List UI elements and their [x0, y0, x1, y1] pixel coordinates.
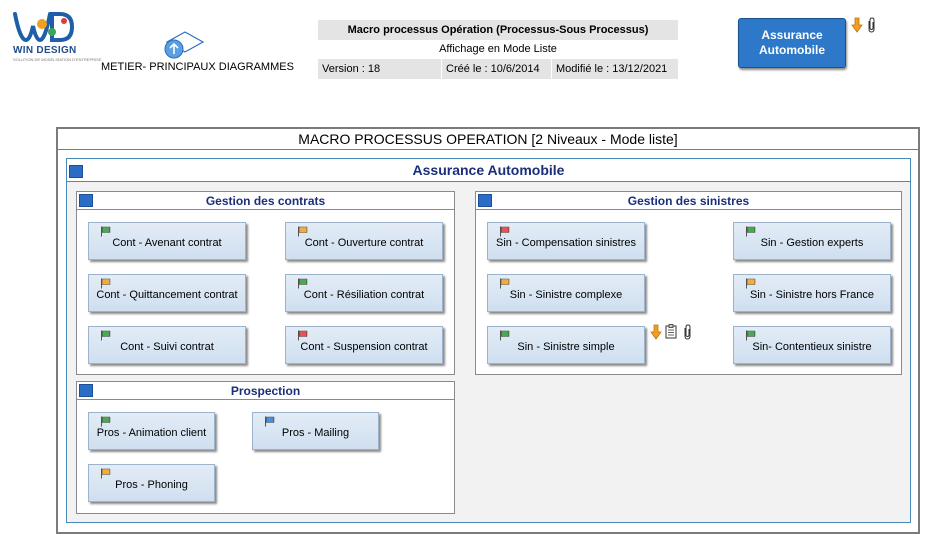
- process-label: Sin - Gestion experts: [760, 237, 864, 249]
- status-flag-icon: [298, 278, 308, 289]
- process-pros-phoning[interactable]: Pros - Phoning: [88, 464, 215, 502]
- attachment-icon[interactable]: [866, 17, 876, 33]
- status-flag-icon: [101, 226, 111, 237]
- status-flag-icon: [298, 226, 308, 237]
- document-title: Macro processus Opération (Processus-Sou…: [318, 20, 678, 40]
- process-label: Pros - Animation client: [96, 427, 207, 439]
- created-date-label: Créé le : 10/6/2014: [441, 59, 551, 79]
- group-prospection-expand-icon[interactable]: [79, 384, 93, 397]
- display-mode-label: Affichage en Mode Liste: [318, 40, 678, 59]
- process-cont-ouverture[interactable]: Cont - Ouverture contrat: [285, 222, 443, 260]
- process-label: Cont - Quittancement contrat: [96, 289, 238, 301]
- status-flag-icon: [265, 416, 275, 427]
- process-label: Pros - Phoning: [115, 479, 188, 491]
- status-flag-icon: [746, 226, 756, 237]
- process-label: Cont - Résiliation contrat: [303, 289, 425, 301]
- panel-title: Assurance Automobile: [67, 159, 910, 182]
- status-flag-icon: [500, 330, 510, 341]
- process-sin-contentieux[interactable]: Sin- Contentieux sinistre: [733, 326, 891, 364]
- group-contrats-expand-icon[interactable]: [79, 194, 93, 207]
- process-cont-resiliation[interactable]: Cont - Résiliation contrat: [285, 274, 443, 312]
- version-label: Version : 18: [322, 63, 381, 75]
- process-sin-compensation[interactable]: Sin - Compensation sinistres: [487, 222, 645, 260]
- process-label: Sin - Sinistre complexe: [509, 289, 623, 301]
- process-label: Cont - Suivi contrat: [120, 341, 214, 353]
- status-flag-icon: [500, 278, 510, 289]
- process-label: Pros - Mailing: [281, 427, 350, 439]
- status-flag-icon: [746, 330, 756, 341]
- status-flag-icon: [101, 468, 111, 479]
- process-cont-suivi[interactable]: Cont - Suivi contrat: [88, 326, 246, 364]
- download-arrow-icon[interactable]: [851, 17, 863, 33]
- windesign-logo-icon: [13, 12, 74, 43]
- process-sin-hors-france[interactable]: Sin - Sinistre hors France: [733, 274, 891, 312]
- document-metadata-row: Version : 18 Créé le : 10/6/2014 Modifié…: [318, 59, 678, 79]
- status-flag-icon: [101, 330, 111, 341]
- process-label: Cont - Ouverture contrat: [304, 237, 424, 249]
- process-label: Sin - Sinistre hors France: [749, 289, 875, 301]
- frame-title: MACRO PROCESSUS OPERATION [2 Niveaux - M…: [58, 129, 918, 150]
- download-arrow-icon[interactable]: [650, 324, 662, 340]
- group-title-prospection: Prospection: [77, 382, 454, 400]
- process-cont-quittancement[interactable]: Cont - Quittancement contrat: [88, 274, 246, 312]
- status-flag-icon: [101, 278, 111, 289]
- metier-diagrams-link[interactable]: METIER- PRINCIPAUX DIAGRAMMES: [101, 61, 294, 73]
- document-info-box: Macro processus Opération (Processus-Sou…: [318, 20, 678, 79]
- process-sin-complexe[interactable]: Sin - Sinistre complexe: [487, 274, 645, 312]
- process-label: Cont - Suspension contrat: [300, 341, 428, 353]
- panel-expand-icon[interactable]: [69, 165, 83, 178]
- status-flag-icon: [746, 278, 756, 289]
- logo-subtitle: SOLUTION DE MODÉLISATION D'ENTREPRISE: [13, 57, 102, 62]
- process-cont-suspension[interactable]: Cont - Suspension contrat: [285, 326, 443, 364]
- assurance-automobile-button[interactable]: Assurance Automobile: [738, 18, 846, 68]
- modified-date-label: Modifié le : 13/12/2021: [551, 59, 678, 79]
- group-title-sinistres: Gestion des sinistres: [476, 192, 901, 210]
- group-sinistres-expand-icon[interactable]: [478, 194, 492, 207]
- group-title-contrats: Gestion des contrats: [77, 192, 454, 210]
- process-pros-mailing[interactable]: Pros - Mailing: [252, 412, 379, 450]
- attachment-icon[interactable]: [682, 324, 692, 340]
- diagram-navigation-icon[interactable]: [163, 30, 205, 60]
- clipboard-icon[interactable]: [665, 324, 677, 339]
- process-sin-simple[interactable]: Sin - Sinistre simple: [487, 326, 645, 364]
- process-cont-avenant[interactable]: Cont - Avenant contrat: [88, 222, 246, 260]
- process-label: Sin - Compensation sinistres: [495, 237, 636, 249]
- process-sin-gestion-experts[interactable]: Sin - Gestion experts: [733, 222, 891, 260]
- status-flag-icon: [298, 330, 308, 341]
- status-flag-icon: [101, 416, 111, 427]
- logo-text: WIN DESIGN: [13, 45, 77, 56]
- status-flag-icon: [500, 226, 510, 237]
- process-label: Sin- Contentieux sinistre: [752, 341, 872, 353]
- process-label: Sin - Sinistre simple: [517, 341, 615, 353]
- process-pros-animation-client[interactable]: Pros - Animation client: [88, 412, 215, 450]
- process-label: Cont - Avenant contrat: [112, 237, 222, 249]
